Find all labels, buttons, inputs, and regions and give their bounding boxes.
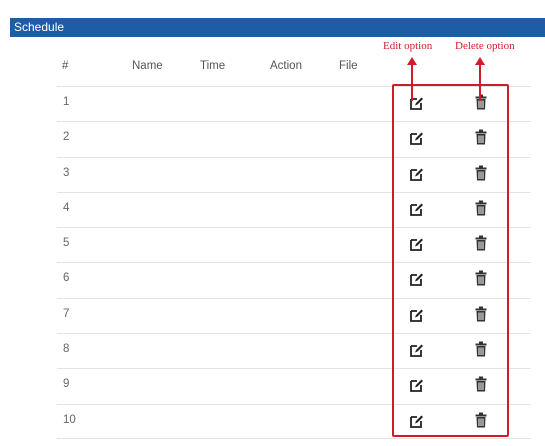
row-number: 10 (63, 413, 76, 426)
schedule-table-body: 1 2 3 4 5 6 7 8 9 10 (57, 86, 531, 439)
row-number: 4 (63, 201, 70, 214)
column-header-time: Time (200, 60, 226, 72)
table-row: 2 (57, 121, 531, 156)
table-header-row: # Name Time Action File (57, 52, 531, 86)
delete-button[interactable] (475, 412, 487, 428)
column-header-action: Action (270, 60, 302, 72)
edit-button[interactable] (410, 237, 424, 252)
panel-title: Schedule (14, 20, 65, 34)
row-number: 6 (63, 272, 70, 285)
edit-option-annotation: Edit option (383, 40, 433, 52)
edit-icon (410, 379, 423, 393)
delete-button[interactable] (475, 129, 487, 145)
edit-button[interactable] (410, 308, 424, 322)
row-number: 5 (63, 237, 70, 250)
edit-icon (410, 273, 423, 287)
column-header-name: Name (132, 60, 163, 72)
delete-button[interactable] (475, 341, 487, 357)
edit-icon (410, 344, 423, 357)
table-row: 5 (57, 227, 531, 262)
row-number: 1 (63, 96, 70, 108)
edit-button[interactable] (410, 414, 424, 428)
panel-header: Schedule (10, 18, 545, 37)
edit-icon (410, 203, 423, 216)
delete-option-arrow (475, 57, 485, 101)
edit-icon (410, 238, 423, 252)
delete-button[interactable] (475, 376, 487, 392)
delete-button[interactable] (475, 200, 487, 216)
column-header-number: # (62, 60, 69, 72)
edit-button[interactable] (410, 272, 424, 287)
table-row: 1 (57, 86, 531, 121)
delete-button[interactable] (475, 165, 487, 181)
column-header-file: File (339, 60, 358, 72)
trash-icon (475, 412, 487, 428)
table-row: 4 (57, 191, 531, 227)
delete-option-annotation: Delete option (455, 40, 515, 52)
table-row: 8 (57, 333, 531, 368)
trash-icon (475, 200, 487, 216)
delete-button[interactable] (475, 270, 487, 286)
delete-button[interactable] (475, 306, 487, 322)
trash-icon (475, 376, 487, 392)
edit-icon (410, 415, 423, 428)
row-number: 2 (63, 131, 70, 144)
table-row: 6 (57, 262, 531, 297)
edit-button[interactable] (410, 343, 424, 357)
trash-icon (475, 165, 487, 181)
edit-button[interactable] (410, 378, 424, 393)
trash-icon (475, 341, 487, 357)
table-row: 9 (57, 368, 531, 403)
table-row: 7 (57, 297, 531, 333)
table-row: 10 (57, 403, 531, 439)
row-number: 9 (63, 378, 70, 391)
edit-icon (410, 168, 423, 181)
trash-icon (475, 235, 487, 251)
edit-button[interactable] (410, 131, 424, 146)
trash-icon (475, 306, 487, 322)
trash-icon (475, 129, 487, 145)
delete-button[interactable] (475, 235, 487, 251)
edit-icon (410, 309, 423, 322)
row-number: 3 (63, 166, 70, 179)
table-row: 3 (57, 156, 531, 192)
row-number: 8 (63, 343, 70, 356)
trash-icon (475, 270, 487, 286)
edit-icon (410, 132, 423, 146)
row-number: 7 (63, 307, 70, 320)
edit-button[interactable] (410, 167, 424, 181)
edit-option-arrow (407, 57, 417, 101)
edit-button[interactable] (410, 202, 424, 216)
